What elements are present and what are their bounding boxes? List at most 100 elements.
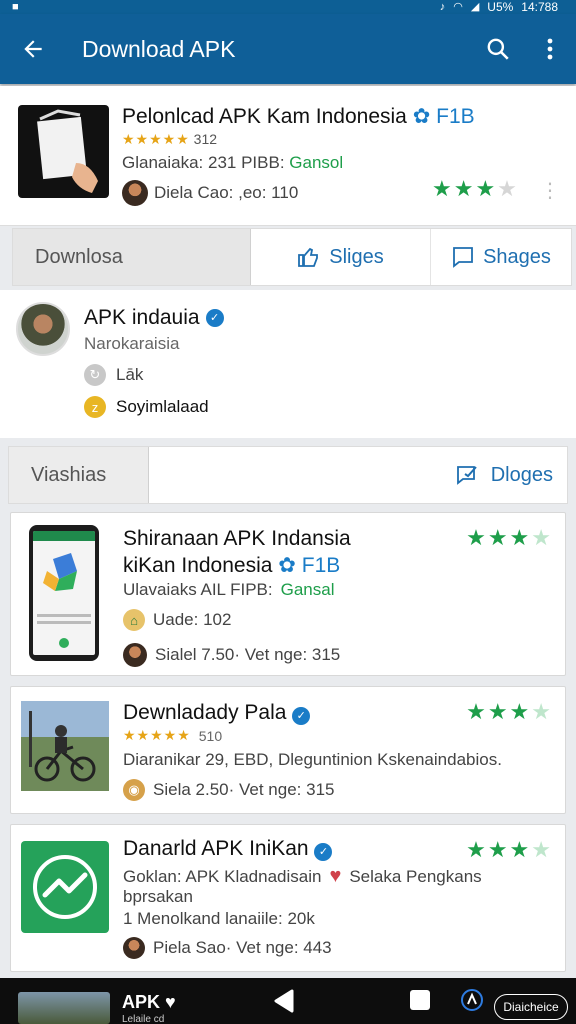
status-bar: ■ ♪ ◠ ◢ U5% 14:788 — [0, 0, 576, 14]
list-item[interactable]: Dewnladady Pala ✓ ★★★★★ 510 Diaranikar 2… — [10, 686, 566, 814]
comment-icon — [453, 247, 473, 268]
overflow-menu-button[interactable] — [524, 14, 576, 84]
app-title: Pelonlcad APK Kam Indonesia ✿ F1B — [122, 105, 475, 128]
bottom-sublabel: Lelaile cd — [122, 1014, 165, 1024]
list-item-row: 1 Menolkand lanaiile: 20k — [123, 909, 315, 928]
search-button[interactable] — [472, 14, 524, 84]
list-item[interactable]: Shiranaan APK Indansia kiKan Indonesia ✿… — [10, 512, 566, 676]
list-item-star-rating: ★★★★ — [466, 837, 553, 862]
more-icon[interactable]: ⋮ — [540, 178, 560, 203]
back-nav-button[interactable] — [272, 988, 298, 1019]
list-item-row: Sialel 7.50· Vet nge: 315 — [123, 643, 340, 667]
list-item-star-rating: ★★★★ — [466, 525, 553, 550]
back-arrow-icon — [24, 40, 42, 58]
phone-screenshot-thumbnail — [29, 525, 99, 661]
clock: 14:788 — [521, 0, 558, 14]
app-meta-status: Gansol — [289, 153, 344, 172]
app-meta: Glanaiaka: 231 PIBB: Gansol — [122, 153, 344, 172]
list-item-meta: Goklan: APK Kladnadisain ♥ Selaka Pengka… — [123, 865, 482, 887]
app-star-rating: ★★★★ — [432, 176, 519, 201]
user-avatar — [123, 643, 147, 667]
tab-download[interactable]: Downlosa — [13, 229, 251, 285]
developer-avatar — [122, 180, 148, 206]
rating-stars: ★★★★★ — [123, 727, 191, 743]
mute-icon: ♪ — [439, 1, 446, 13]
app-bar: Download APK — [0, 14, 576, 84]
list-item-subtitle: kiKan Indonesia ✿ F1B — [123, 554, 341, 577]
publisher-row-coin[interactable]: z Soyimlalaad — [84, 396, 209, 418]
edit-comment-icon — [456, 466, 477, 485]
wifi-icon: ◠ — [453, 1, 463, 13]
verified-icon: ✓ — [314, 843, 333, 861]
list-item-title: Shiranaan APK Indansia — [123, 527, 351, 550]
signal-icon: ◢ — [470, 1, 480, 13]
badge-icon: ✿ — [412, 105, 431, 128]
verified-icon: ✓ — [205, 309, 224, 327]
publisher-name: APK indauia ✓ — [84, 306, 224, 330]
app-rating: ★★★★★ 312 — [122, 131, 217, 148]
list-item-title: Dewnladady Pala ✓ — [123, 701, 311, 725]
globe-icon: ◉ — [123, 779, 145, 801]
assistant-icon — [461, 989, 483, 1011]
tab-blogs-label: Dloges — [490, 463, 553, 486]
bottom-label: APK ♥ — [122, 992, 176, 1012]
list-item-title: Danarld APK IniKan ✓ — [123, 837, 333, 861]
list-item-rating: ★★★★★ 510 — [123, 727, 222, 744]
rating-count: 312 — [193, 131, 218, 147]
section-tabs: Viashias Dloges — [8, 446, 568, 504]
recent-media-thumbnail[interactable] — [18, 992, 110, 1024]
square-icon — [410, 990, 430, 1010]
more-vert-icon — [547, 38, 553, 60]
page-title: Download APK — [82, 35, 236, 62]
tab-shares[interactable]: Shages — [431, 229, 571, 285]
badge-icon: ✿ — [278, 554, 296, 577]
notification-icon: ■ — [12, 1, 19, 13]
search-icon — [487, 38, 509, 60]
heart-icon: ♥ — [165, 992, 176, 1012]
back-button[interactable] — [0, 14, 66, 84]
list-item-row: ⌂ Uade: 102 — [123, 609, 231, 631]
bike-photo-thumbnail — [21, 701, 109, 791]
app-developer: Diela Cao: ,eo: 110 — [122, 180, 298, 206]
list-item-star-rating: ★★★★ — [466, 699, 553, 724]
publisher-subtitle: Narokaraisia — [84, 334, 180, 353]
publisher-card[interactable]: APK indauia ✓ Narokaraisia ↻ Lāk z Soyim… — [0, 290, 576, 438]
publisher-avatar — [16, 302, 70, 356]
back-triangle-icon — [274, 989, 294, 1013]
tab-likes-label: Sliges — [329, 245, 384, 268]
publisher-row-coin-label: Soyimlalaad — [116, 397, 209, 416]
publisher-row-link[interactable]: ↻ Lāk — [84, 364, 143, 386]
link-icon: ↻ — [84, 364, 106, 386]
tab-likes[interactable]: Sliges — [251, 229, 431, 285]
rating-stars: ★★★★★ — [122, 131, 190, 147]
list-item-meta-status: Gansal — [280, 580, 335, 599]
list-item-meta: Diaranikar 29, EBD, Dleguntinion Kskenai… — [123, 750, 502, 769]
battery-label: U5% — [487, 0, 514, 14]
publisher-row-link-label: Lāk — [116, 365, 144, 384]
thumbs-up-icon — [298, 247, 319, 267]
tab-blogs[interactable]: Dloges — [149, 447, 567, 503]
tab-shares-label: Shages — [483, 245, 551, 268]
home-nav-button[interactable] — [408, 988, 432, 1017]
rating-count: 510 — [198, 727, 223, 744]
app-thumbnail — [18, 105, 109, 198]
choice-pill-button[interactable]: Diaicheice — [494, 994, 568, 1020]
action-tabs: Downlosa Sliges Shages — [12, 228, 572, 286]
list-item-meta: Ulavaiaks AIL FIPB: Gansal — [123, 580, 335, 599]
list-item-row: ◉ Siela 2.50· Vet nge: 315 — [123, 779, 334, 801]
list-item-meta-continued: bprsakan — [123, 887, 193, 906]
app-badge: F1B — [436, 105, 475, 128]
tab-views[interactable]: Viashias — [9, 447, 149, 503]
verified-icon: ✓ — [292, 707, 311, 725]
list-item-badge: F1B — [301, 554, 341, 577]
coin-icon: z — [84, 396, 106, 418]
list-item[interactable]: Danarld APK IniKan ✓ Goklan: APK Kladnad… — [10, 824, 566, 972]
assistant-button[interactable] — [460, 988, 484, 1017]
list-item-row: Piela Sao· Vet nge: 443 — [123, 937, 332, 959]
heart-icon: ♥ — [329, 865, 342, 887]
main-app-card[interactable]: Pelonlcad APK Kam Indonesia ✿ F1B ★★★★★ … — [0, 86, 576, 226]
bottom-navigation-bar: APK ♥ Lelaile cd Diaicheice — [0, 978, 576, 1024]
chart-app-thumbnail — [21, 841, 109, 933]
map-icon: ⌂ — [123, 609, 145, 631]
user-avatar — [123, 937, 145, 959]
